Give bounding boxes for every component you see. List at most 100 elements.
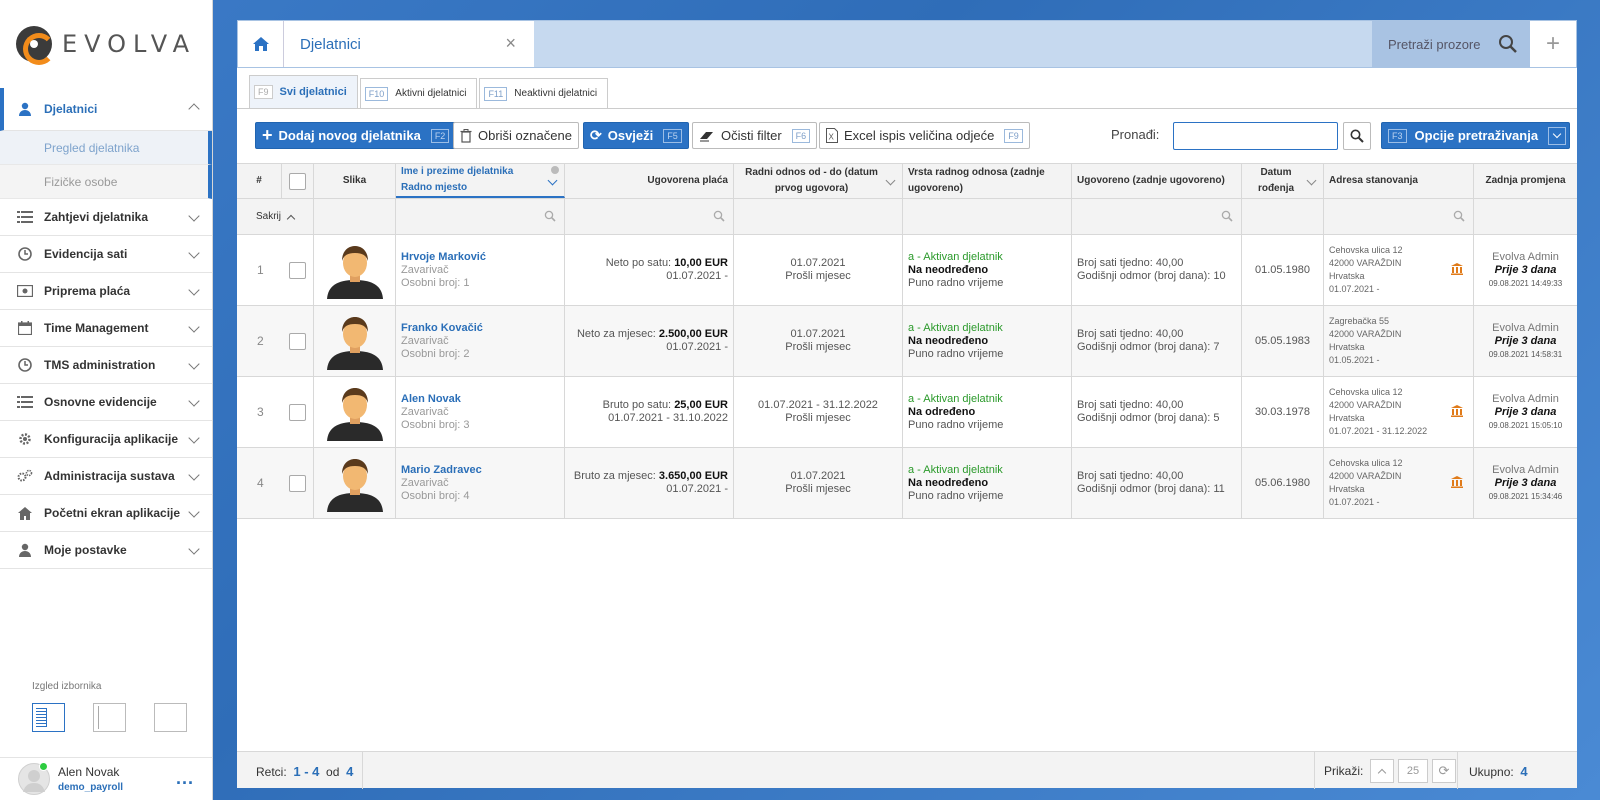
shortcut-key: F9: [254, 85, 273, 99]
employee-name-link[interactable]: Alen Novak: [401, 393, 559, 406]
address-street: Cehovska ulica 12: [1329, 245, 1403, 255]
table-row[interactable]: 2 Franko Kovačić Zavarivač Osobni broj: 2 Ne…: [237, 306, 1577, 377]
col-agreed[interactable]: Ugovoreno (zadnje ugovoreno): [1072, 164, 1242, 198]
sidebar-item-tms-administration[interactable]: TMS administration: [0, 347, 212, 384]
sidebar-item-evidencija-sati[interactable]: Evidencija sati: [0, 236, 212, 273]
row-count: Retci: 1 - 4 od 4: [256, 764, 353, 779]
row-number: 1: [257, 262, 264, 277]
col-employment[interactable]: Radni odnos od - do (datum prvog ugovora…: [734, 164, 903, 198]
sidebar-item-time-management[interactable]: Time Management: [0, 310, 212, 347]
sidebar-item-administracija-sustava[interactable]: Administracija sustava: [0, 458, 212, 495]
page-size-input[interactable]: 25: [1398, 759, 1428, 783]
reload-button[interactable]: ⟳: [1432, 759, 1456, 783]
bank-icon[interactable]: [1451, 405, 1463, 417]
hide-toggle[interactable]: Sakrij: [237, 199, 314, 234]
sidebar-subitem-fizi-ke-osobe[interactable]: Fizičke osobe: [0, 165, 212, 199]
agreed-cell: Broj sati tjedno: 40,00 Godišnji odmor (b…: [1072, 235, 1242, 305]
table-row[interactable]: 3 Alen Novak Zavarivač Osobni broj: 3 Bruto …: [237, 377, 1577, 448]
filter-name[interactable]: [396, 199, 565, 234]
employee-photo: [314, 448, 396, 518]
select-all-checkbox[interactable]: [289, 172, 306, 190]
employee-name-link[interactable]: Franko Kovačić: [401, 322, 559, 335]
employee-name-link[interactable]: Hrvoje Marković: [401, 251, 559, 264]
col-last-change[interactable]: Zadnja promjena: [1474, 164, 1577, 198]
delete-selected-button[interactable]: Obriši označene: [453, 122, 579, 149]
col-salary[interactable]: Ugovorena plaća: [565, 164, 734, 198]
home-tab[interactable]: [238, 21, 284, 67]
evolva-logo-icon: [15, 26, 55, 65]
sidebar-item-zahtjevi-djelatnika[interactable]: Zahtjevi djelatnika: [0, 199, 212, 236]
bank-icon[interactable]: [1451, 263, 1463, 275]
logo[interactable]: EVOLVA: [0, 0, 212, 88]
row-checkbox[interactable]: [289, 261, 306, 279]
tab-neaktivni-djelatnici[interactable]: F11 Neaktivni djelatnici: [479, 78, 609, 108]
more-icon[interactable]: ...: [176, 768, 194, 789]
find-input[interactable]: [1173, 122, 1338, 150]
employee-photo-placeholder: [326, 388, 383, 441]
employee-position: Zavarivač: [401, 405, 449, 418]
layout-option-hidden[interactable]: [154, 703, 187, 732]
employee-id-number: Osobni broj: 2: [401, 347, 470, 360]
filter-dob[interactable]: [1242, 199, 1324, 234]
page-up-button[interactable]: [1370, 759, 1394, 783]
sidebar-item-djelatnici[interactable]: Djelatnici: [0, 88, 212, 131]
row-checkbox[interactable]: [289, 332, 306, 350]
address-city: 42000 VARAŽDIN: [1329, 258, 1402, 268]
excel-export-button[interactable]: X Excel ispis veličina odjeće F9: [819, 122, 1030, 149]
table-row[interactable]: 1 Hrvoje Marković Zavarivač Osobni broj: 1N…: [237, 235, 1577, 306]
col-type[interactable]: Vrsta radnog odnosa (zadnje ugovoreno): [903, 164, 1072, 198]
filter-salary[interactable]: [565, 199, 734, 234]
shortcut-key: F6: [791, 128, 811, 143]
avatar[interactable]: [18, 762, 50, 795]
address-period: 01.07.2021 -: [1329, 497, 1380, 507]
col-name[interactable]: Ime i prezime djelatnika Radno mjesto: [396, 164, 565, 198]
tab-aktivni-djelatnici[interactable]: F10 Aktivni djelatnici: [359, 78, 478, 108]
sidebar-item-label: Evidencija sati: [44, 247, 128, 261]
last-change-cell: Evolva Admin Prije 3 dana 09.08.2021 15:05…: [1474, 377, 1577, 447]
filter-agreed[interactable]: [1072, 199, 1242, 234]
employment-cell: 01.07.2021 Prošli mjesec: [734, 306, 903, 376]
find-button[interactable]: [1343, 122, 1371, 150]
contract-type: Na neodređeno: [908, 263, 989, 276]
search-options-button[interactable]: F3 Opcije pretraživanja: [1381, 122, 1571, 149]
sidebar-item-konfiguracija-aplikacije[interactable]: Konfiguracija aplikacije: [0, 421, 212, 458]
new-tab-button[interactable]: +: [1530, 21, 1576, 67]
row-number: 3: [257, 404, 264, 419]
col-dob[interactable]: Datum rođenja: [1242, 164, 1324, 198]
close-icon[interactable]: ×: [505, 33, 516, 54]
chevron-down-icon[interactable]: [1548, 126, 1567, 145]
tab-svi-djelatnici[interactable]: F9 Svi djelatnici: [249, 75, 358, 108]
clear-filter-button[interactable]: Očisti filter F6: [692, 122, 818, 149]
sidebar-item-moje-postavke[interactable]: Moje postavke: [0, 532, 212, 569]
user-role[interactable]: demo_payroll: [58, 782, 123, 793]
add-employee-button[interactable]: + Dodaj novog djelatnika F2: [255, 122, 457, 149]
employee-id-number: Osobni broj: 1: [401, 276, 470, 289]
layout-option-expanded[interactable]: [32, 703, 65, 732]
refresh-button[interactable]: ⟳ Osvježi F5: [583, 122, 689, 149]
filter-address[interactable]: [1324, 199, 1474, 234]
sidebar-item-osnovne-evidencije[interactable]: Osnovne evidencije: [0, 384, 212, 421]
bank-icon[interactable]: [1451, 476, 1463, 488]
tab-djelatnici[interactable]: Djelatnici ×: [284, 21, 534, 67]
layout-option-compact[interactable]: [93, 703, 126, 732]
sidebar-subitem-pregled-djelatnika[interactable]: Pregled djelatnika: [0, 131, 212, 165]
user-panel[interactable]: Alen Novak demo_payroll ...: [0, 757, 212, 800]
clear-filter-label: Očisti filter: [721, 128, 782, 143]
contract-type: Na neodređeno: [908, 334, 989, 347]
col-address[interactable]: Adresa stanovanja: [1324, 164, 1474, 198]
employee-name-link[interactable]: Mario Zadravec: [401, 464, 559, 477]
row-checkbox[interactable]: [289, 403, 306, 421]
filter-employment[interactable]: [734, 199, 903, 234]
row-number: 2: [257, 333, 264, 348]
filter-type[interactable]: [903, 199, 1072, 234]
table-row[interactable]: 4 Mario Zadravec Zavarivač Osobni broj: 4 Br…: [237, 448, 1577, 519]
sidebar-item-po-etni-ekran-aplikacije[interactable]: Početni ekran aplikacije: [0, 495, 212, 532]
row-checkbox[interactable]: [289, 474, 306, 492]
employee-photo-placeholder: [326, 317, 383, 370]
address-country: Hrvatska: [1329, 413, 1365, 423]
search-windows[interactable]: Pretraži prozore: [1372, 21, 1530, 67]
tab-label: Aktivni djelatnici: [395, 88, 467, 99]
sidebar-item-priprema-pla-a[interactable]: Priprema plaća: [0, 273, 212, 310]
shortcut-key: F5: [663, 128, 682, 143]
weekly-hours: Broj sati tjedno: 40,00: [1077, 470, 1184, 482]
